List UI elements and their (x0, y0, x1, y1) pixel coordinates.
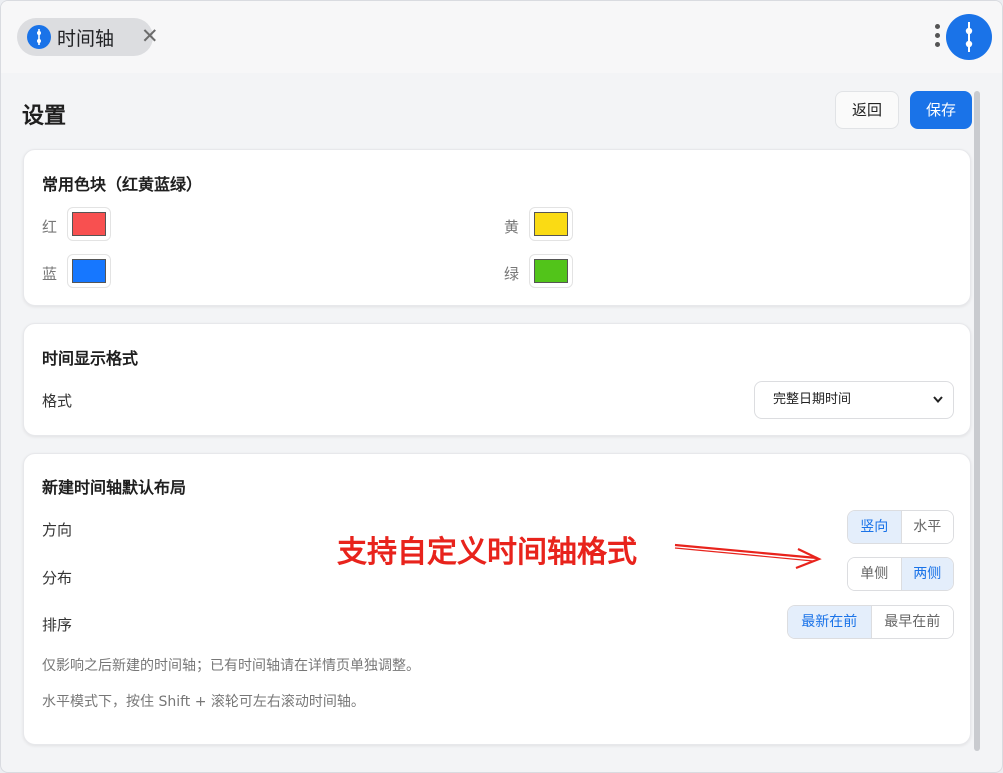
layout-card: 新建时间轴默认布局 方向 竖向 水平 分布 单侧 两侧 排序 最新在前 最早在前… (23, 453, 971, 745)
hint-text-2: 水平模式下，按住 Shift + 滚轮可左右滚动时间轴。 (42, 694, 365, 710)
distribution-toggle: 单侧 两侧 (847, 557, 954, 591)
order-toggle: 最新在前 最早在前 (787, 605, 954, 639)
app-window: 时间轴 ✕ 设置 返回 保存 常用色块（红黄蓝绿） 红 黄 蓝 绿 时间显示格式… (0, 0, 1003, 773)
distribution-option-both-sides[interactable]: 两侧 (900, 558, 953, 590)
chevron-down-icon (931, 382, 945, 432)
color-swatch-yellow[interactable] (529, 207, 573, 241)
layout-section-title: 新建时间轴默认布局 (42, 478, 187, 497)
colors-section-title: 常用色块（红黄蓝绿） (42, 175, 203, 194)
back-button[interactable]: 返回 (835, 91, 899, 129)
annotation-arrow-icon (674, 543, 822, 570)
format-select-value: 完整日期时间 (773, 392, 852, 407)
color-swatch-green[interactable] (529, 254, 573, 288)
order-option-oldest-first[interactable]: 最早在前 (870, 606, 953, 638)
save-button[interactable]: 保存 (910, 91, 972, 129)
order-label: 排序 (42, 616, 73, 634)
color-label-red: 红 (42, 218, 58, 236)
blue-swatch (72, 259, 106, 283)
direction-option-horizontal[interactable]: 水平 (900, 511, 953, 543)
close-icon[interactable]: ✕ (141, 26, 159, 47)
direction-option-vertical[interactable]: 竖向 (848, 511, 901, 543)
colors-card: 常用色块（红黄蓝绿） 红 黄 蓝 绿 (23, 149, 971, 306)
yellow-swatch (534, 212, 568, 236)
time-format-title: 时间显示格式 (42, 349, 139, 368)
color-swatch-blue[interactable] (67, 254, 111, 288)
annotation-text: 支持自定义时间轴格式 (337, 535, 637, 570)
order-option-newest-first[interactable]: 最新在前 (788, 606, 871, 638)
color-swatch-red[interactable] (67, 207, 111, 241)
hint-text-1: 仅影响之后新建的时间轴；已有时间轴请在详情页单独调整。 (42, 658, 420, 674)
top-bar: 时间轴 ✕ (1, 1, 1002, 73)
more-options-icon[interactable] (931, 21, 943, 53)
time-format-card: 时间显示格式 格式 完整日期时间 (23, 323, 971, 436)
color-label-green: 绿 (504, 265, 520, 283)
green-swatch (534, 259, 568, 283)
page-title: 设置 (22, 104, 67, 129)
format-label: 格式 (42, 392, 73, 410)
direction-toggle: 竖向 水平 (847, 510, 954, 544)
color-label-blue: 蓝 (42, 265, 58, 283)
red-swatch (72, 212, 106, 236)
color-label-yellow: 黄 (504, 218, 520, 236)
distribution-option-one-side[interactable]: 单侧 (848, 558, 901, 590)
format-select[interactable]: 完整日期时间 (754, 381, 954, 419)
distribution-label: 分布 (42, 569, 73, 587)
timeline-extension-icon[interactable] (946, 14, 992, 60)
tab-title: 时间轴 (57, 27, 115, 50)
direction-label: 方向 (42, 521, 73, 539)
settings-page: 设置 返回 保存 常用色块（红黄蓝绿） 红 黄 蓝 绿 时间显示格式 格式 完整… (1, 73, 1002, 772)
scrollbar[interactable] (974, 91, 980, 751)
timeline-icon (27, 25, 51, 49)
tab-timeline[interactable]: 时间轴 ✕ (17, 18, 159, 56)
